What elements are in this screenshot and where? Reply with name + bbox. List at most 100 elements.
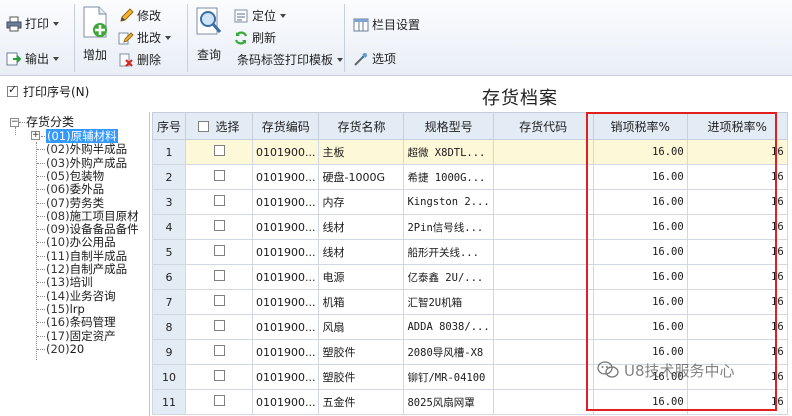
inventory-id-cell[interactable]	[492, 139, 594, 165]
modify-button[interactable]: 修改	[118, 7, 161, 24]
refresh-button[interactable]: 刷新	[233, 29, 276, 46]
table-row[interactable]: 1 0101900... 主板 超微 X8DTL... 16.00 16	[152, 139, 788, 165]
row-select-checkbox[interactable]	[213, 270, 225, 281]
inventory-id-cell[interactable]	[492, 364, 594, 390]
delete-button[interactable]: 删除	[118, 51, 161, 68]
print-button[interactable]: 打印	[6, 15, 60, 32]
column-header-inventory-id[interactable]: 存货代码	[492, 112, 594, 140]
spec-model-cell[interactable]: 汇智2U机箱	[403, 289, 494, 315]
spec-model-cell[interactable]: 2Pin信号线...	[403, 214, 494, 240]
spec-model-cell[interactable]: 亿泰鑫 2U/...	[403, 264, 494, 290]
sales-tax-rate-cell[interactable]: 16.00	[592, 264, 688, 290]
row-select[interactable]	[185, 164, 253, 190]
row-select-checkbox[interactable]	[213, 295, 225, 306]
column-header-inventory-name[interactable]: 存货名称	[318, 112, 405, 140]
inventory-id-cell[interactable]	[492, 239, 594, 265]
inventory-name-cell[interactable]: 线材	[318, 239, 405, 265]
tree-item[interactable]: (11)自制半成品	[46, 249, 127, 263]
sales-tax-rate-cell[interactable]: 16.00	[592, 214, 688, 240]
inventory-name-cell[interactable]: 风扇	[318, 314, 405, 340]
tree-root[interactable]: 存货分类	[26, 116, 74, 129]
sales-tax-rate-cell[interactable]: 16.00	[592, 314, 688, 340]
export-button[interactable]: 输出	[6, 50, 60, 67]
inventory-code-cell[interactable]: 0101900...	[251, 214, 320, 240]
tree-item[interactable]: (09)设备备品备件	[46, 223, 139, 236]
table-row[interactable]: 7 0101900... 机箱 汇智2U机箱 16.00 16	[152, 289, 788, 315]
sales-tax-rate-cell[interactable]: 16.00	[592, 389, 688, 415]
purchase-tax-rate-cell[interactable]: 16	[686, 264, 788, 290]
tree-item[interactable]: (05)包装物	[46, 169, 104, 183]
query-button[interactable]: 查询	[194, 5, 224, 63]
table-row[interactable]: 8 0101900... 风扇 ADDA 8038/... 16.00 16	[152, 314, 788, 340]
spec-model-cell[interactable]: ADDA 8038/...	[403, 314, 494, 340]
row-select[interactable]	[185, 389, 253, 415]
inventory-id-cell[interactable]	[492, 339, 594, 365]
column-header-purchase-tax-rate[interactable]: 进项税率%	[686, 112, 788, 140]
inventory-id-cell[interactable]	[492, 189, 594, 215]
options-button[interactable]: 选项	[353, 50, 396, 67]
tree-root-collapse-icon[interactable]: −	[10, 118, 19, 127]
purchase-tax-rate-cell[interactable]: 16	[686, 289, 788, 315]
spec-model-cell[interactable]: 8025风扇网罩	[403, 389, 494, 415]
inventory-name-cell[interactable]: 五金件	[318, 389, 405, 415]
inventory-id-cell[interactable]	[492, 289, 594, 315]
barcode-template-dropdown-icon[interactable]	[337, 57, 344, 62]
inventory-code-cell[interactable]: 0101900...	[251, 289, 320, 315]
row-select-checkbox[interactable]	[213, 170, 225, 181]
table-row[interactable]: 3 0101900... 内存 Kingston 2... 16.00 16	[152, 189, 788, 215]
sales-tax-rate-cell[interactable]: 16.00	[592, 239, 688, 265]
row-number[interactable]: 8	[152, 314, 186, 340]
spec-model-cell[interactable]: Kingston 2...	[403, 189, 494, 215]
column-header-sales-tax-rate[interactable]: 销项税率%	[592, 112, 688, 140]
tree-item[interactable]: (16)条码管理	[46, 316, 116, 329]
inventory-code-cell[interactable]: 0101900...	[251, 189, 320, 215]
spec-model-cell[interactable]: 希捷 1000G...	[403, 164, 494, 190]
inventory-code-cell[interactable]: 0101900...	[251, 389, 320, 415]
inventory-name-cell[interactable]: 硬盘-1000G	[318, 164, 405, 190]
table-row[interactable]: 6 0101900... 电源 亿泰鑫 2U/... 16.00 16	[152, 264, 788, 290]
locate-dropdown-icon[interactable]	[280, 13, 287, 18]
purchase-tax-rate-cell[interactable]: 16	[686, 189, 788, 215]
add-button[interactable]: 增加	[80, 5, 110, 63]
tree-item[interactable]: (15)lrp	[46, 302, 85, 316]
column-header-select[interactable]: 选择	[185, 112, 253, 140]
inventory-id-cell[interactable]	[492, 214, 594, 240]
row-select[interactable]	[185, 214, 253, 240]
inventory-id-cell[interactable]	[492, 389, 594, 415]
inventory-name-cell[interactable]: 塑胶件	[318, 339, 405, 365]
row-number[interactable]: 1	[152, 139, 186, 165]
spec-model-cell[interactable]: 2080导风槽-X8	[403, 339, 494, 365]
inventory-code-cell[interactable]: 0101900...	[251, 139, 320, 165]
purchase-tax-rate-cell[interactable]: 16	[686, 139, 788, 165]
tree-item[interactable]: (08)施工项目原材	[46, 209, 139, 223]
purchase-tax-rate-cell[interactable]: 16	[686, 164, 788, 190]
tree-item[interactable]: (03)外购产成品	[46, 156, 127, 170]
print-serial-option[interactable]: 打印序号(N)	[7, 83, 89, 100]
row-select[interactable]	[185, 239, 253, 265]
tree-item[interactable]: (20)20	[46, 342, 84, 356]
inventory-name-cell[interactable]: 电源	[318, 264, 405, 290]
table-row[interactable]: 11 0101900... 五金件 8025风扇网罩 16.00 16	[152, 389, 788, 415]
column-header-spec-model[interactable]: 规格型号	[403, 112, 494, 140]
export-dropdown-icon[interactable]	[53, 56, 60, 61]
spec-model-cell[interactable]: 船形开关线...	[403, 239, 494, 265]
select-all-checkbox[interactable]	[198, 120, 210, 132]
row-select-checkbox[interactable]	[213, 145, 225, 156]
locate-button[interactable]: 定位	[233, 7, 287, 24]
row-select-checkbox[interactable]	[213, 195, 225, 206]
table-row[interactable]: 5 0101900... 线材 船形开关线... 16.00 16	[152, 239, 788, 265]
row-select[interactable]	[185, 289, 253, 315]
inventory-code-cell[interactable]: 0101900...	[251, 314, 320, 340]
tree-item[interactable]: (13)培训	[46, 276, 93, 289]
table-row[interactable]: 4 0101900... 线材 2Pin信号线... 16.00 16	[152, 214, 788, 240]
inventory-name-cell[interactable]: 线材	[318, 214, 405, 240]
column-header-inventory-code[interactable]: 存货编码	[251, 112, 320, 140]
row-number[interactable]: 10	[152, 364, 186, 390]
spec-model-cell[interactable]: 铆钉/MR-04100	[403, 364, 494, 390]
print-serial-checkbox[interactable]	[7, 83, 18, 97]
row-select[interactable]	[185, 364, 253, 390]
tree-item[interactable]: (12)自制产成品	[46, 263, 127, 276]
row-number[interactable]: 3	[152, 189, 186, 215]
tree-item[interactable]: (17)固定资产	[46, 329, 116, 343]
tree-item[interactable]: (07)劳务类	[46, 196, 104, 210]
